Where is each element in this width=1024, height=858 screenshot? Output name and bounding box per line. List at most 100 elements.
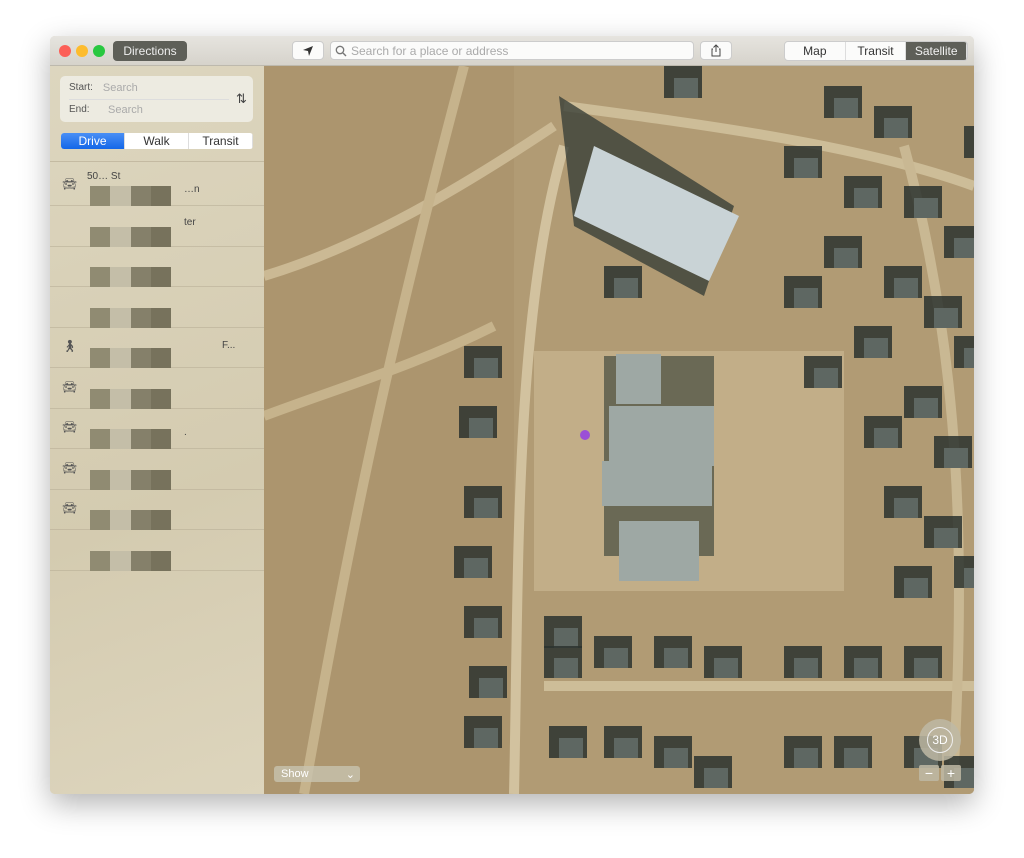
car-icon: 🚘︎	[62, 177, 78, 191]
house	[894, 498, 918, 518]
house	[884, 118, 908, 138]
redacted-block	[90, 226, 171, 247]
recent-item[interactable]: 🚘︎.	[50, 409, 264, 449]
search-icon	[335, 45, 347, 56]
car-icon: 🚘︎	[62, 379, 78, 394]
car-icon: 🚘︎	[62, 460, 78, 475]
house	[464, 558, 488, 578]
start-field[interactable]: Search	[103, 82, 138, 94]
house	[834, 98, 858, 118]
3d-button[interactable]: 3D	[927, 727, 953, 753]
recent-item[interactable]: 🚘︎	[50, 369, 264, 409]
house	[474, 728, 498, 748]
route-fields: Start: Search End: Search ⇅	[60, 76, 253, 122]
tab-transit[interactable]: Transit	[845, 42, 907, 60]
house	[934, 528, 958, 548]
recent-title: 50… St	[87, 171, 121, 182]
toolbar: Directions Search for a place or address…	[50, 36, 974, 66]
house	[794, 748, 818, 768]
house	[559, 738, 583, 758]
location-pin[interactable]	[580, 430, 590, 440]
house	[954, 238, 974, 258]
zoom-in-button[interactable]: +	[941, 765, 961, 781]
current-location-button[interactable]	[292, 41, 324, 60]
house	[614, 738, 638, 758]
directions-sidebar: Start: Search End: Search ⇅ Drive Walk Tra…	[50, 66, 264, 794]
zoom-button[interactable]	[93, 45, 105, 57]
minimize-button[interactable]	[76, 45, 88, 57]
tab-satellite[interactable]: Satellite	[906, 42, 967, 60]
recent-item[interactable]: 🚘︎ 50… St …n	[50, 166, 264, 206]
house	[474, 498, 498, 518]
share-icon	[711, 44, 721, 57]
recent-item[interactable]: ter	[50, 207, 264, 247]
close-button[interactable]	[59, 45, 71, 57]
end-label: End:	[69, 104, 90, 115]
house	[914, 658, 938, 678]
zoom-out-button[interactable]: −	[919, 765, 939, 781]
redacted-block	[90, 510, 171, 530]
tab-drive[interactable]: Drive	[61, 133, 125, 149]
satellite-imagery	[264, 66, 974, 794]
recent-subtitle: ter	[184, 216, 196, 228]
search-input[interactable]: Search for a place or address	[330, 41, 694, 60]
chevron-down-icon: ⌄	[345, 768, 355, 781]
house	[474, 618, 498, 638]
house	[714, 658, 738, 678]
directions-button[interactable]: Directions	[113, 41, 187, 61]
show-dropdown[interactable]: Show ⌄	[274, 766, 360, 782]
satellite-map[interactable]: Show ⌄ 3D − +	[264, 66, 974, 794]
house	[944, 448, 968, 468]
house	[914, 198, 938, 218]
swap-icon[interactable]: ⇅	[236, 91, 247, 107]
house	[674, 78, 698, 98]
car-icon: 🚘︎	[62, 420, 78, 434]
tab-walk[interactable]: Walk	[125, 133, 189, 149]
building	[616, 354, 661, 404]
house	[964, 568, 974, 588]
walk-icon: 🚶︎	[62, 339, 78, 353]
redacted-block	[90, 267, 171, 287]
end-field[interactable]: Search	[108, 104, 143, 116]
house	[914, 398, 938, 418]
redacted-block	[90, 469, 171, 490]
tab-map[interactable]: Map	[785, 42, 846, 60]
house	[614, 278, 638, 298]
house	[864, 338, 888, 358]
house	[904, 578, 928, 598]
maps-window: Directions Search for a place or address…	[50, 36, 974, 794]
house-shadow	[964, 126, 974, 158]
share-button[interactable]	[700, 41, 732, 60]
transport-mode-control: Drive Walk Transit	[61, 133, 253, 149]
redacted-block	[90, 186, 171, 206]
recent-subtitle: F...	[222, 340, 236, 351]
tab-transit[interactable]: Transit	[189, 133, 253, 149]
house	[934, 308, 958, 328]
search-placeholder: Search for a place or address	[351, 43, 509, 58]
recent-item[interactable]: 🚶︎ F...	[50, 328, 264, 368]
house	[854, 658, 878, 678]
house	[874, 428, 898, 448]
house	[794, 658, 818, 678]
recent-subtitle: …n	[184, 184, 200, 195]
recent-item[interactable]	[50, 247, 264, 287]
house	[469, 418, 493, 438]
recent-item[interactable]: 🚘︎	[50, 450, 264, 490]
building	[609, 406, 714, 466]
car-icon: 🚘︎	[62, 501, 78, 515]
compass-control[interactable]: 3D	[919, 719, 961, 761]
redacted-block	[90, 388, 171, 409]
house	[894, 278, 918, 298]
recent-item[interactable]	[50, 288, 264, 328]
recent-subtitle: .	[184, 427, 187, 438]
house	[844, 748, 868, 768]
redacted-block	[90, 550, 171, 571]
building	[619, 521, 699, 581]
house	[704, 768, 728, 788]
recent-item[interactable]	[50, 531, 264, 571]
house	[814, 368, 838, 388]
recent-item[interactable]: 🚘︎	[50, 490, 264, 530]
house	[794, 158, 818, 178]
redacted-block	[90, 348, 171, 368]
redacted-block	[90, 307, 171, 328]
